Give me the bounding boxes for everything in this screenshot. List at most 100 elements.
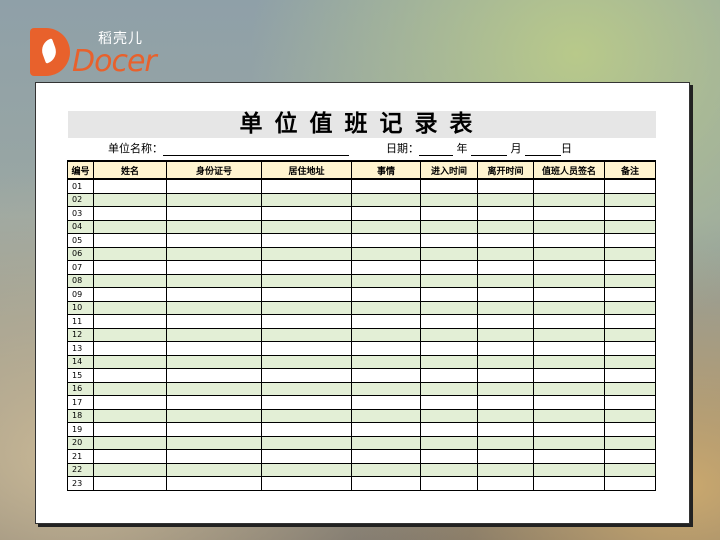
table-cell[interactable] bbox=[93, 408, 167, 423]
table-cell[interactable] bbox=[261, 314, 352, 329]
table-cell[interactable] bbox=[420, 260, 478, 275]
table-cell[interactable] bbox=[533, 476, 605, 491]
table-cell[interactable] bbox=[261, 246, 352, 261]
table-cell[interactable] bbox=[533, 233, 605, 248]
table-cell[interactable] bbox=[261, 422, 352, 437]
table-cell[interactable] bbox=[351, 368, 421, 383]
table-cell[interactable] bbox=[166, 178, 262, 194]
table-cell[interactable] bbox=[477, 476, 534, 491]
table-cell[interactable] bbox=[93, 395, 167, 410]
table-cell[interactable] bbox=[166, 327, 262, 342]
table-cell[interactable] bbox=[533, 354, 605, 369]
table-cell[interactable] bbox=[93, 260, 167, 275]
table-cell[interactable] bbox=[420, 300, 478, 315]
table-cell[interactable] bbox=[420, 206, 478, 221]
table-cell[interactable] bbox=[93, 192, 167, 207]
table-cell[interactable] bbox=[166, 273, 262, 288]
table-cell[interactable] bbox=[477, 287, 534, 302]
table-cell[interactable] bbox=[351, 300, 421, 315]
table-cell[interactable] bbox=[261, 381, 352, 396]
table-cell[interactable] bbox=[351, 314, 421, 329]
table-cell[interactable] bbox=[351, 462, 421, 477]
table-cell[interactable] bbox=[93, 354, 167, 369]
table-cell[interactable] bbox=[261, 395, 352, 410]
table-cell[interactable] bbox=[477, 314, 534, 329]
table-cell[interactable] bbox=[93, 449, 167, 464]
table-cell[interactable] bbox=[533, 273, 605, 288]
table-cell[interactable] bbox=[166, 300, 262, 315]
table-cell[interactable] bbox=[604, 300, 656, 315]
table-cell[interactable] bbox=[93, 422, 167, 437]
unit-name-blank[interactable] bbox=[163, 144, 349, 156]
table-cell[interactable] bbox=[604, 287, 656, 302]
table-cell[interactable] bbox=[93, 178, 167, 194]
table-cell[interactable] bbox=[261, 462, 352, 477]
table-cell[interactable] bbox=[533, 462, 605, 477]
table-cell[interactable] bbox=[166, 287, 262, 302]
table-cell[interactable] bbox=[166, 354, 262, 369]
table-cell[interactable] bbox=[533, 246, 605, 261]
table-cell[interactable] bbox=[477, 178, 534, 194]
table-cell[interactable] bbox=[261, 354, 352, 369]
table-cell[interactable] bbox=[166, 192, 262, 207]
table-cell[interactable] bbox=[93, 287, 167, 302]
table-cell[interactable] bbox=[93, 233, 167, 248]
table-cell[interactable] bbox=[261, 178, 352, 194]
table-cell[interactable] bbox=[420, 476, 478, 491]
table-cell[interactable] bbox=[477, 341, 534, 356]
table-cell[interactable] bbox=[533, 178, 605, 194]
table-cell[interactable] bbox=[420, 395, 478, 410]
table-cell[interactable] bbox=[420, 273, 478, 288]
table-cell[interactable] bbox=[477, 246, 534, 261]
month-blank[interactable] bbox=[471, 144, 507, 156]
table-cell[interactable] bbox=[420, 314, 478, 329]
table-cell[interactable] bbox=[420, 354, 478, 369]
table-cell[interactable] bbox=[604, 192, 656, 207]
table-cell[interactable] bbox=[351, 178, 421, 194]
table-cell[interactable] bbox=[420, 246, 478, 261]
table-cell[interactable] bbox=[93, 314, 167, 329]
table-cell[interactable] bbox=[261, 206, 352, 221]
table-cell[interactable] bbox=[351, 192, 421, 207]
table-cell[interactable] bbox=[604, 314, 656, 329]
table-cell[interactable] bbox=[420, 449, 478, 464]
table-cell[interactable] bbox=[477, 422, 534, 437]
table-cell[interactable] bbox=[420, 233, 478, 248]
table-cell[interactable] bbox=[477, 462, 534, 477]
table-cell[interactable] bbox=[604, 246, 656, 261]
table-cell[interactable] bbox=[477, 381, 534, 396]
table-cell[interactable] bbox=[166, 233, 262, 248]
table-cell[interactable] bbox=[420, 287, 478, 302]
table-cell[interactable] bbox=[166, 219, 262, 234]
table-cell[interactable] bbox=[261, 368, 352, 383]
table-cell[interactable] bbox=[604, 206, 656, 221]
table-cell[interactable] bbox=[420, 178, 478, 194]
table-cell[interactable] bbox=[420, 192, 478, 207]
table-cell[interactable] bbox=[166, 476, 262, 491]
table-cell[interactable] bbox=[93, 368, 167, 383]
table-cell[interactable] bbox=[351, 422, 421, 437]
table-cell[interactable] bbox=[166, 435, 262, 450]
table-cell[interactable] bbox=[604, 260, 656, 275]
table-cell[interactable] bbox=[604, 354, 656, 369]
table-cell[interactable] bbox=[166, 462, 262, 477]
table-cell[interactable] bbox=[533, 381, 605, 396]
table-cell[interactable] bbox=[93, 341, 167, 356]
table-cell[interactable] bbox=[166, 246, 262, 261]
table-cell[interactable] bbox=[351, 476, 421, 491]
table-cell[interactable] bbox=[420, 381, 478, 396]
table-cell[interactable] bbox=[420, 341, 478, 356]
table-cell[interactable] bbox=[351, 408, 421, 423]
table-cell[interactable] bbox=[351, 287, 421, 302]
table-cell[interactable] bbox=[533, 368, 605, 383]
table-cell[interactable] bbox=[166, 408, 262, 423]
table-cell[interactable] bbox=[477, 408, 534, 423]
table-cell[interactable] bbox=[166, 206, 262, 221]
table-cell[interactable] bbox=[477, 273, 534, 288]
table-cell[interactable] bbox=[477, 327, 534, 342]
table-cell[interactable] bbox=[604, 327, 656, 342]
table-cell[interactable] bbox=[533, 408, 605, 423]
table-cell[interactable] bbox=[93, 246, 167, 261]
table-cell[interactable] bbox=[420, 219, 478, 234]
table-cell[interactable] bbox=[261, 327, 352, 342]
